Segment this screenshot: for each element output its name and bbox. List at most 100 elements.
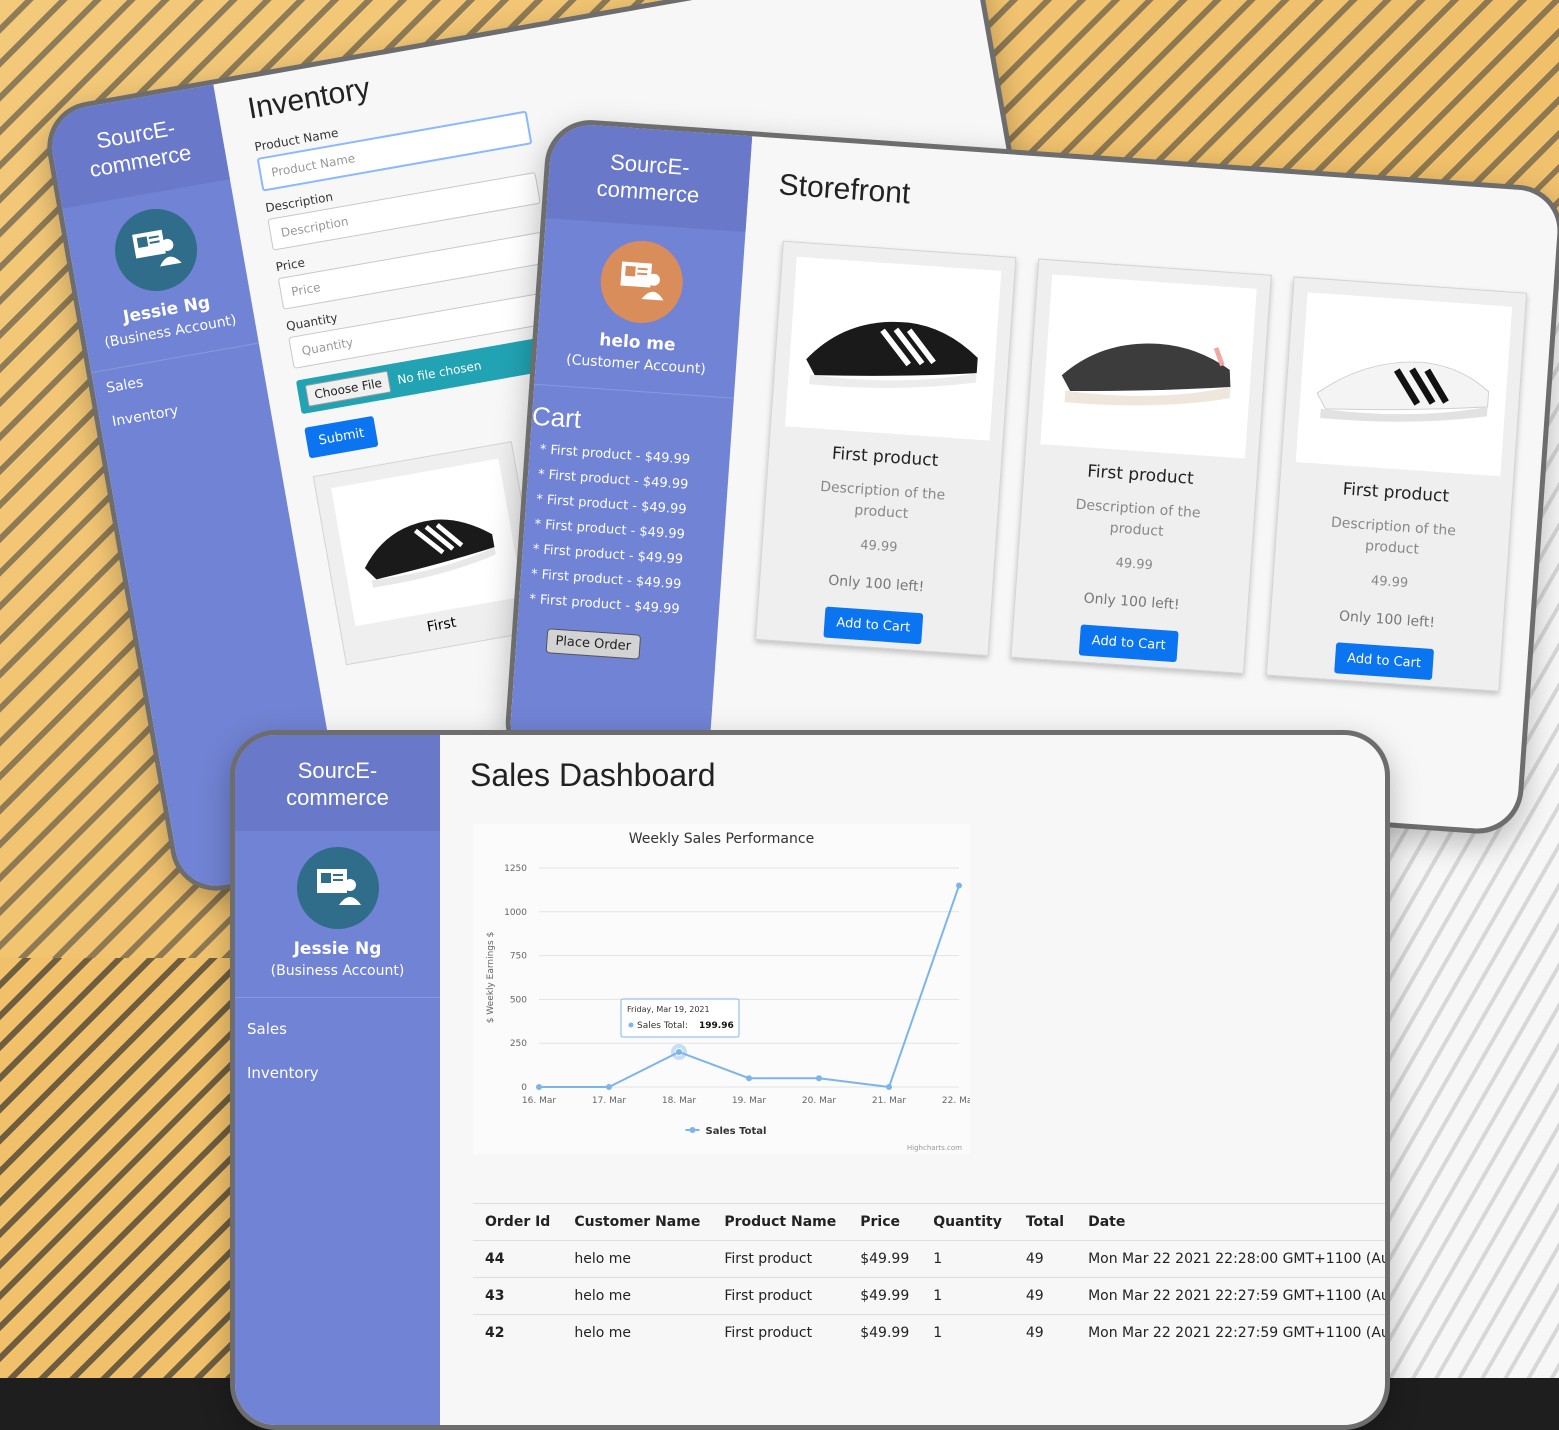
cell-product-name: First product <box>712 1240 849 1278</box>
brand: SourcE- commerce <box>235 735 440 831</box>
cart-item: * First product - $49.99 <box>528 591 681 618</box>
cell-date: Mon Mar 22 2021 22:28:00 GMT+1100 (Austr… <box>1076 1240 1385 1278</box>
header-total: Total <box>1013 1203 1077 1241</box>
table-header-row: Order Id Customer Name Product Name Pric… <box>473 1203 1385 1241</box>
file-status: No file chosen <box>396 358 483 387</box>
product-card: First product Description of the product… <box>1010 258 1272 674</box>
storefront-window: SourcE- commerce helo me (Customer Accou… <box>502 117 1559 837</box>
cell-price: $49.99 <box>848 1314 922 1351</box>
chart-credit: Highcharts.com <box>907 1144 962 1152</box>
product-title: First product <box>1341 479 1450 507</box>
tooltip-value: 199.96 <box>699 1021 734 1031</box>
add-to-cart-button[interactable]: Add to Cart <box>1078 624 1179 663</box>
table-row: 43 helo me First product $49.99 1 49 Mon… <box>473 1277 1385 1315</box>
white-sneaker-icon <box>1316 361 1490 422</box>
nav-inventory[interactable]: Inventory <box>235 1046 440 1090</box>
cart-item: * First product - $49.99 <box>530 566 682 593</box>
avatar <box>108 202 204 298</box>
data-point <box>746 1075 752 1082</box>
add-to-cart-button[interactable]: Add to Cart <box>1334 642 1435 681</box>
cell-price: $49.99 <box>848 1277 922 1315</box>
y-tick-label: 750 <box>510 952 527 962</box>
brand-line-2: commerce <box>286 785 389 810</box>
cell-quantity: 1 <box>921 1240 1014 1278</box>
product-price: 49.99 <box>1115 555 1154 574</box>
submit-button[interactable]: Submit <box>304 415 379 459</box>
orders-table: Order Id Customer Name Product Name Pric… <box>473 1203 1385 1351</box>
orders-table-wrap: Order Id Customer Name Product Name Pric… <box>473 1203 1385 1351</box>
header-price: Price <box>848 1203 922 1241</box>
series-line-sales-total <box>539 885 960 1089</box>
cell-order-id: 43 <box>473 1277 563 1315</box>
background-dark-stripes <box>0 958 240 1378</box>
x-tick-label: 16. Mar <box>522 1096 556 1106</box>
product-title: First product <box>1086 461 1195 489</box>
tooltip-label: Sales Total: <box>637 1021 688 1031</box>
x-tick-label: 19. Mar <box>732 1096 766 1106</box>
header-product-name: Product Name <box>712 1203 849 1241</box>
customer-user-icon <box>620 261 664 301</box>
cart-title: Cart <box>531 400 583 435</box>
dashboard-main: Sales Dashboard Weekly Sales Performance… <box>440 735 1385 1425</box>
data-point <box>816 1075 822 1082</box>
page-title: Sales Dashboard <box>470 757 716 793</box>
data-point <box>676 1048 682 1055</box>
legend-marker <box>689 1127 696 1133</box>
place-order-button[interactable]: Place Order <box>545 628 641 660</box>
data-point <box>536 1084 542 1090</box>
x-tick-label: 21. Mar <box>872 1096 906 1106</box>
chart-title: Weekly Sales Performance <box>629 831 814 847</box>
product-description: Description of the product <box>1075 496 1202 540</box>
y-tick-label: 0 <box>521 1083 527 1093</box>
y-axis-label: $ Weekly Earnings $ <box>486 932 496 1024</box>
cell-total: 49 <box>1013 1277 1077 1315</box>
nav-sales[interactable]: Sales <box>235 998 440 1046</box>
cell-product-name: First product <box>712 1277 849 1315</box>
header-quantity: Quantity <box>921 1203 1014 1241</box>
cell-order-id: 42 <box>473 1314 563 1351</box>
header-customer-name: Customer Name <box>562 1203 713 1241</box>
black-running-shoe-icon <box>364 519 496 588</box>
avatar <box>597 238 686 326</box>
add-to-cart-button[interactable]: Add to Cart <box>823 606 924 645</box>
data-point <box>956 882 962 889</box>
cell-order-id: 44 <box>473 1240 563 1278</box>
grey-running-shoe-icon <box>1061 343 1231 405</box>
x-tick-label: 18. Mar <box>662 1096 696 1106</box>
page-title: Storefront <box>777 168 912 211</box>
cart-item: * First product - $49.99 <box>537 467 689 493</box>
user-name: Jessie Ng <box>293 939 382 959</box>
cart-item: * First product - $49.99 <box>535 492 688 518</box>
choose-file-button[interactable]: Choose File <box>304 370 392 407</box>
sales-line-chart: Weekly Sales Performance 0 250 500 750 1000 12… <box>486 831 976 1152</box>
cell-total: 49 <box>1013 1314 1077 1351</box>
cell-total: 49 <box>1013 1240 1077 1278</box>
product-card: First product Description of the product… <box>1265 276 1528 692</box>
product-card: First product Description of the product… <box>755 240 1017 657</box>
product-price: 49.99 <box>859 537 898 556</box>
y-tick-label: 1000 <box>504 908 527 918</box>
product-description: Description of the product <box>1330 514 1457 558</box>
cell-customer-name: helo me <box>562 1277 713 1315</box>
user-role: (Business Account) <box>235 963 440 998</box>
product-stock: Only 100 left! <box>827 572 925 596</box>
brand-line-1: SourcE- <box>297 758 378 783</box>
product-title: First product <box>831 443 939 472</box>
business-user-icon <box>316 869 361 905</box>
x-tick-label: 22. Mar <box>942 1096 970 1106</box>
storefront-sidebar: SourcE- commerce helo me (Customer Accou… <box>507 122 753 775</box>
cart-item: * First product - $49.99 <box>539 442 691 468</box>
header-order-id: Order Id <box>473 1203 563 1241</box>
cart-item: * First product - $49.99 <box>534 517 686 543</box>
product-stock: Only 100 left! <box>1083 590 1181 614</box>
product-stock: Only 100 left! <box>1338 608 1436 632</box>
product-image <box>784 256 1001 441</box>
cell-quantity: 1 <box>921 1314 1014 1351</box>
legend-label: Sales Total <box>706 1126 767 1137</box>
cart-item: * First product - $49.99 <box>532 542 684 568</box>
cell-customer-name: helo me <box>562 1314 713 1351</box>
sales-chart: Weekly Sales Performance 0 250 500 750 1000 12… <box>473 824 976 1154</box>
product-description: Description of the product <box>819 478 946 523</box>
data-point <box>606 1084 612 1090</box>
product-image <box>1039 274 1257 459</box>
